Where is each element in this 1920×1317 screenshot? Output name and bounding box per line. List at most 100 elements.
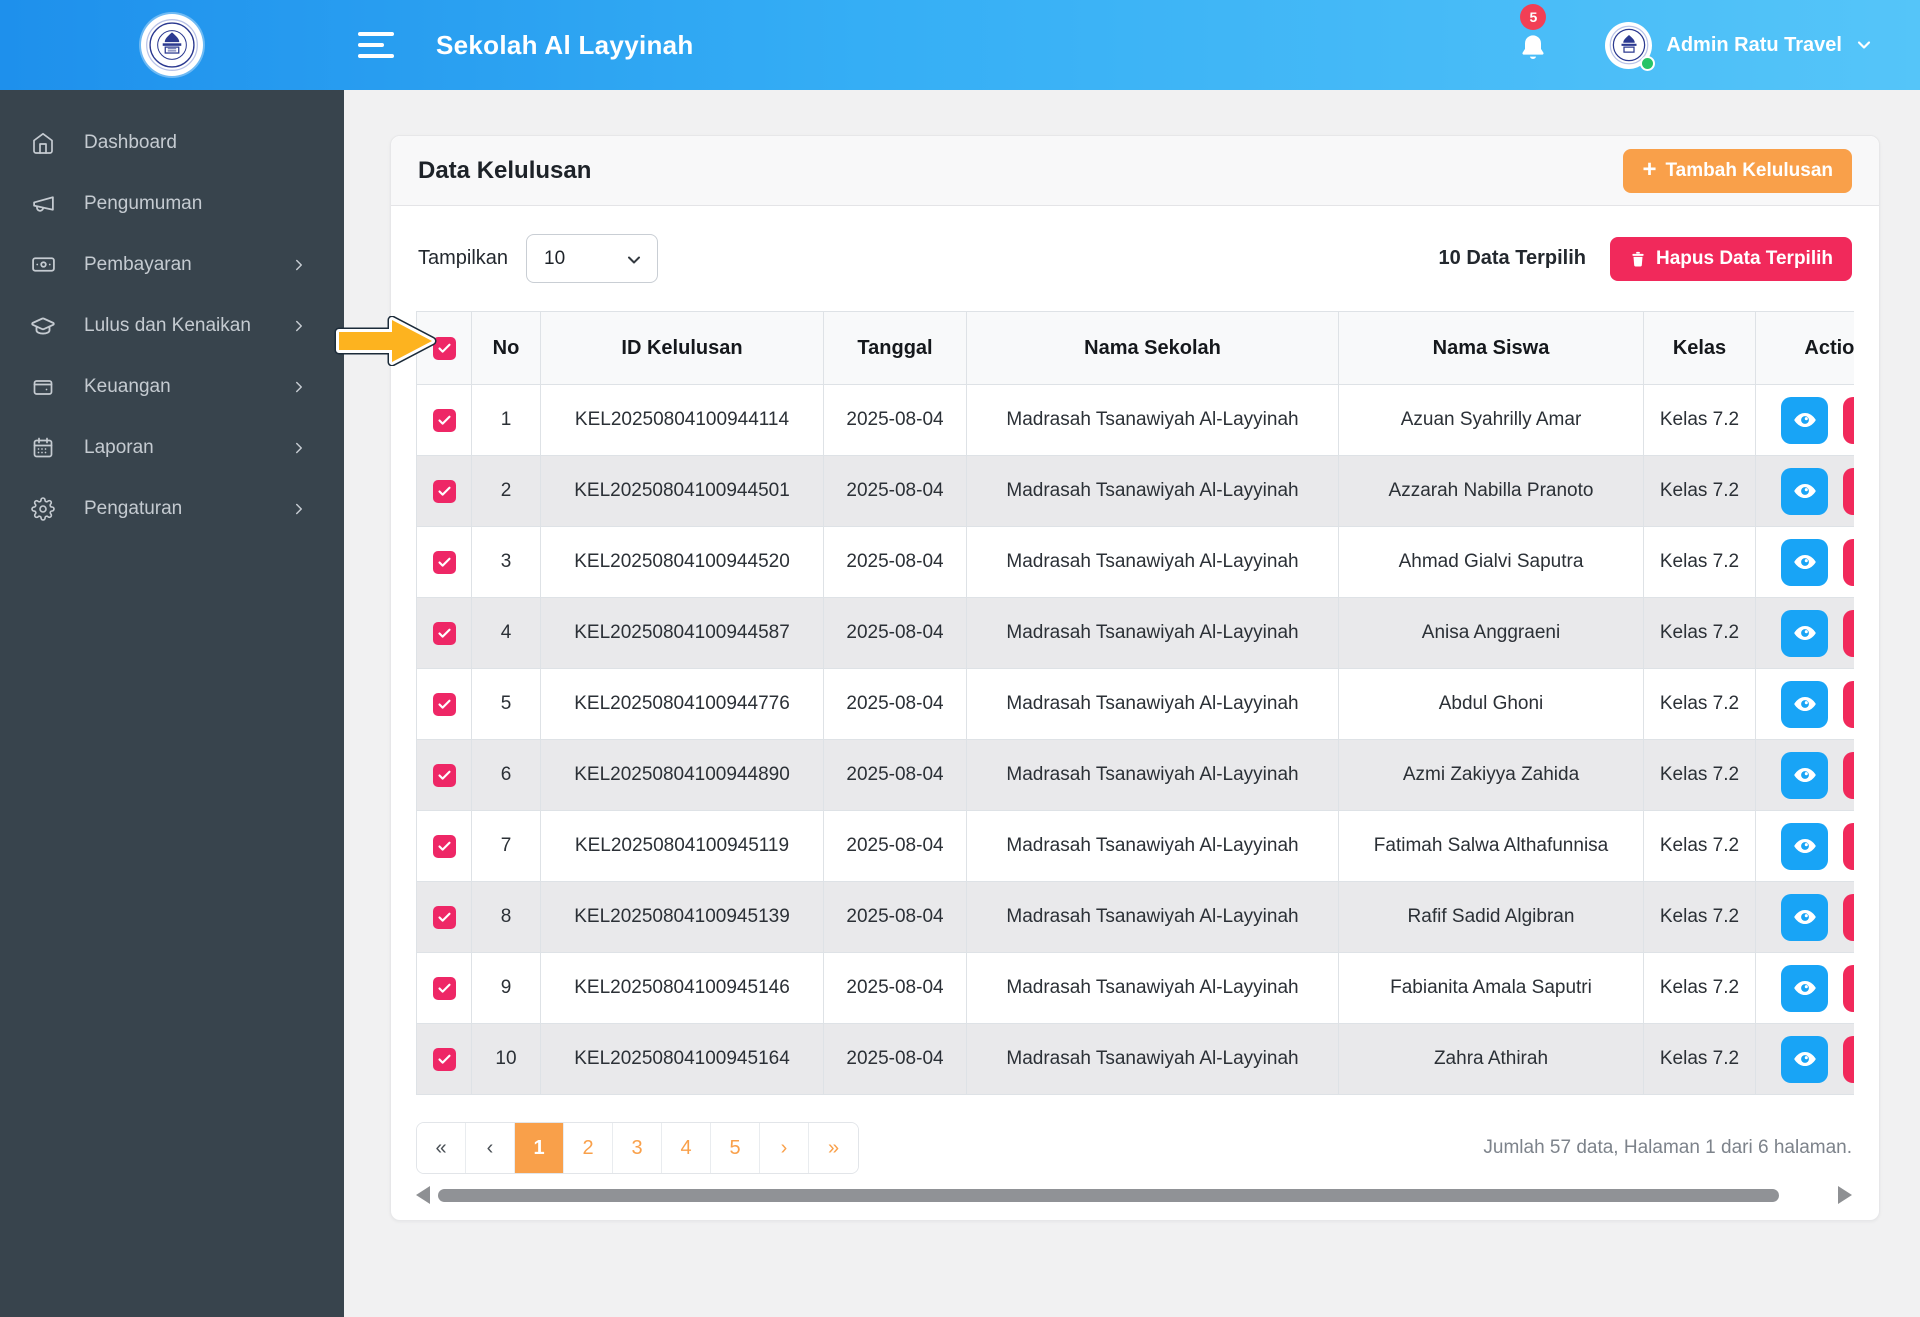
view-button[interactable] — [1781, 467, 1829, 515]
view-button[interactable] — [1781, 964, 1829, 1012]
pagination-item[interactable]: » — [809, 1123, 858, 1173]
cell-tanggal: 2025-08-04 — [823, 1023, 967, 1095]
delete-button[interactable] — [1842, 467, 1854, 515]
sidebar-item-pembayaran[interactable]: Pembayaran — [0, 234, 344, 295]
pagination-summary: Jumlah 57 data, Halaman 1 dari 6 halaman… — [1483, 1137, 1852, 1158]
cell-id-kelulusan: KEL20250804100945164 — [540, 1023, 824, 1095]
cell-nama-sekolah: Madrasah Tsanawiyah Al-Layyinah — [966, 526, 1339, 598]
home-icon — [30, 130, 56, 156]
cell-nama-sekolah: Madrasah Tsanawiyah Al-Layyinah — [966, 384, 1339, 456]
tambah-kelulusan-label: Tambah Kelulusan — [1665, 159, 1833, 181]
sidebar-item-label: Keuangan — [84, 375, 171, 397]
cell-tanggal: 2025-08-04 — [823, 526, 967, 598]
row-checkbox[interactable] — [432, 834, 456, 858]
user-avatar[interactable] — [1605, 21, 1656, 71]
sidebar-item-pengumuman[interactable]: Pengumuman — [0, 173, 344, 234]
delete-button[interactable] — [1842, 396, 1854, 444]
sidebar-item-dashboard[interactable]: Dashboard — [0, 112, 344, 173]
view-button[interactable] — [1781, 893, 1829, 941]
select-all-checkbox[interactable] — [432, 336, 456, 360]
pagination-item[interactable]: « — [417, 1123, 466, 1173]
school-logo-icon — [146, 19, 198, 71]
sidebar-item-label: Laporan — [84, 436, 154, 458]
row-checkbox[interactable] — [432, 1047, 456, 1071]
row-checkbox-cell — [416, 384, 472, 456]
plus-icon: + — [1642, 155, 1657, 183]
cell-nama-siswa: Fabianita Amala Saputri — [1338, 952, 1644, 1024]
view-button[interactable] — [1781, 1035, 1829, 1083]
cell-nama-siswa: Anisa Anggraeni — [1338, 597, 1644, 669]
column-header-nama-sekolah[interactable]: Nama Sekolah — [966, 311, 1339, 385]
menu-toggle-button[interactable] — [358, 30, 398, 60]
main-content: Data Kelulusan + Tambah Kelulusan Tampil… — [344, 90, 1920, 1317]
table-header-row: No ID Kelulusan Tanggal Nama Sekolah Nam… — [416, 311, 1854, 385]
pagination-item[interactable]: 1 — [515, 1123, 564, 1173]
row-checkbox-cell — [416, 597, 472, 669]
pagination-item[interactable]: › — [760, 1123, 809, 1173]
cell-nama-sekolah: Madrasah Tsanawiyah Al-Layyinah — [966, 881, 1339, 953]
scrollbar-track[interactable] — [438, 1188, 1828, 1202]
eye-icon — [1794, 838, 1816, 854]
table-scroll-area: No ID Kelulusan Tanggal Nama Sekolah Nam… — [416, 311, 1854, 1095]
notifications-button[interactable]: 5 — [1517, 3, 1549, 69]
delete-button[interactable] — [1842, 964, 1854, 1012]
column-header-tanggal[interactable]: Tanggal — [823, 311, 967, 385]
cell-nama-siswa: Azzarah Nabilla Pranoto — [1338, 455, 1644, 527]
column-header-no[interactable]: No — [471, 311, 541, 385]
cell-no: 2 — [471, 455, 541, 527]
page-title: Sekolah Al Layyinah — [436, 29, 694, 60]
pagination-item[interactable]: 4 — [662, 1123, 711, 1173]
cell-action — [1755, 952, 1854, 1024]
column-header-nama-siswa[interactable]: Nama Siswa — [1338, 311, 1644, 385]
scrollbar-thumb[interactable] — [438, 1188, 1780, 1202]
sidebar-item-pengaturan[interactable]: Pengaturan — [0, 478, 344, 539]
cell-nama-siswa: Azuan Syahrilly Amar — [1338, 384, 1644, 456]
hapus-data-terpilih-label: Hapus Data Terpilih — [1655, 247, 1833, 269]
pagination-item[interactable]: ‹ — [466, 1123, 515, 1173]
hapus-data-terpilih-button[interactable]: Hapus Data Terpilih — [1609, 236, 1852, 281]
sidebar-item-lulus-dan-kenaikan[interactable]: Lulus dan Kenaikan — [0, 295, 344, 356]
cell-tanggal: 2025-08-04 — [823, 668, 967, 740]
view-button[interactable] — [1781, 538, 1829, 586]
cell-id-kelulusan: KEL20250804100944520 — [540, 526, 824, 598]
cell-kelas: Kelas 7.2 — [1643, 739, 1756, 811]
delete-button[interactable] — [1842, 680, 1854, 728]
view-button[interactable] — [1781, 751, 1829, 799]
pagination-item[interactable]: 2 — [564, 1123, 613, 1173]
page-size-select[interactable]: 10 — [526, 234, 659, 283]
delete-button[interactable] — [1842, 1035, 1854, 1083]
scroll-right-arrow-icon[interactable] — [1838, 1186, 1852, 1204]
delete-button[interactable] — [1842, 751, 1854, 799]
chevron-down-icon[interactable] — [1854, 35, 1874, 55]
delete-button[interactable] — [1842, 538, 1854, 586]
delete-button[interactable] — [1842, 609, 1854, 657]
column-header-id-kelulusan[interactable]: ID Kelulusan — [540, 311, 824, 385]
view-button[interactable] — [1781, 822, 1829, 870]
view-button[interactable] — [1781, 680, 1829, 728]
tambah-kelulusan-button[interactable]: + Tambah Kelulusan — [1623, 148, 1852, 193]
view-button[interactable] — [1781, 609, 1829, 657]
sidebar-item-keuangan[interactable]: Keuangan — [0, 356, 344, 417]
cell-id-kelulusan: KEL20250804100945139 — [540, 881, 824, 953]
view-button[interactable] — [1781, 396, 1829, 444]
row-checkbox[interactable] — [432, 905, 456, 929]
row-checkbox[interactable] — [432, 479, 456, 503]
sidebar-item-laporan[interactable]: Laporan — [0, 417, 344, 478]
column-header-kelas[interactable]: Kelas — [1643, 311, 1756, 385]
cell-kelas: Kelas 7.2 — [1643, 597, 1756, 669]
delete-button[interactable] — [1842, 893, 1854, 941]
scroll-left-arrow-icon[interactable] — [416, 1186, 430, 1204]
row-checkbox[interactable] — [432, 550, 456, 574]
pagination: « ‹ 1 2 3 4 5 › » — [416, 1122, 859, 1174]
row-checkbox[interactable] — [432, 763, 456, 787]
pagination-item[interactable]: 5 — [711, 1123, 760, 1173]
row-checkbox[interactable] — [432, 692, 456, 716]
row-checkbox[interactable] — [432, 976, 456, 1000]
sidebar-item-label: Pengaturan — [84, 497, 183, 519]
row-checkbox[interactable] — [432, 621, 456, 645]
delete-button[interactable] — [1842, 822, 1854, 870]
pagination-item[interactable]: 3 — [613, 1123, 662, 1173]
cell-no: 7 — [471, 810, 541, 882]
chevron-right-icon — [290, 317, 308, 335]
row-checkbox[interactable] — [432, 408, 456, 432]
